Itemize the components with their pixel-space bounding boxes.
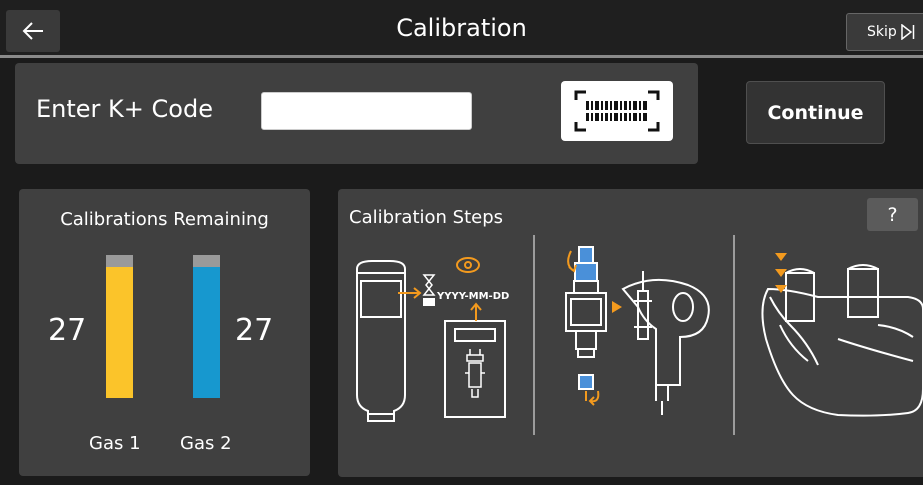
skip-button[interactable]: Skip (846, 13, 923, 51)
k-code-input[interactable] (261, 92, 472, 130)
barcode-scan-button[interactable] (561, 81, 673, 141)
calibration-steps-panel: Calibration Steps ? YYYY-MM-DD (338, 189, 923, 477)
gas-2-bar-cap (193, 255, 220, 267)
gas-2-level-bar (193, 255, 220, 398)
code-entry-panel: Enter K+ Code (15, 63, 698, 164)
barcode-scan-icon (574, 90, 660, 132)
gas-1-count: 27 (48, 313, 87, 348)
step-2-arrow (612, 301, 622, 313)
step-3-insert-illustration (761, 264, 923, 417)
continue-button[interactable]: Continue (746, 81, 885, 144)
top-bar: Calibration Skip (0, 0, 923, 58)
gas-1-level-bar (106, 255, 133, 398)
step-1-check-expiry-illustration (356, 257, 506, 422)
gas-1-bar-cap (106, 255, 133, 267)
step-2-attach-illustration (565, 246, 710, 415)
arrow-up-to-date (470, 302, 482, 321)
rotate-arrow-bottom (588, 390, 600, 406)
drop-arrow-1 (775, 253, 787, 261)
date-format-text: YYYY-MM-DD (436, 291, 509, 302)
code-label: Enter K+ Code (36, 95, 213, 123)
gas-2-count: 27 (235, 313, 274, 348)
page-title: Calibration (396, 14, 527, 42)
skip-forward-icon (901, 24, 915, 40)
calibrations-remaining-panel: Calibrations Remaining 27 27 Gas 1 Gas 2 (19, 189, 310, 476)
gas-2-label: Gas 2 (180, 433, 232, 454)
rotate-arrow-top (567, 250, 577, 273)
gas-2-bar-fill (193, 267, 220, 398)
gas-1-label: Gas 1 (89, 433, 141, 454)
gas-1-bar-fill (106, 267, 133, 398)
skip-label: Skip (867, 24, 897, 40)
calibration-steps-illustration: YYYY-MM-DD (356, 235, 923, 435)
calibrations-title: Calibrations Remaining (60, 209, 269, 230)
